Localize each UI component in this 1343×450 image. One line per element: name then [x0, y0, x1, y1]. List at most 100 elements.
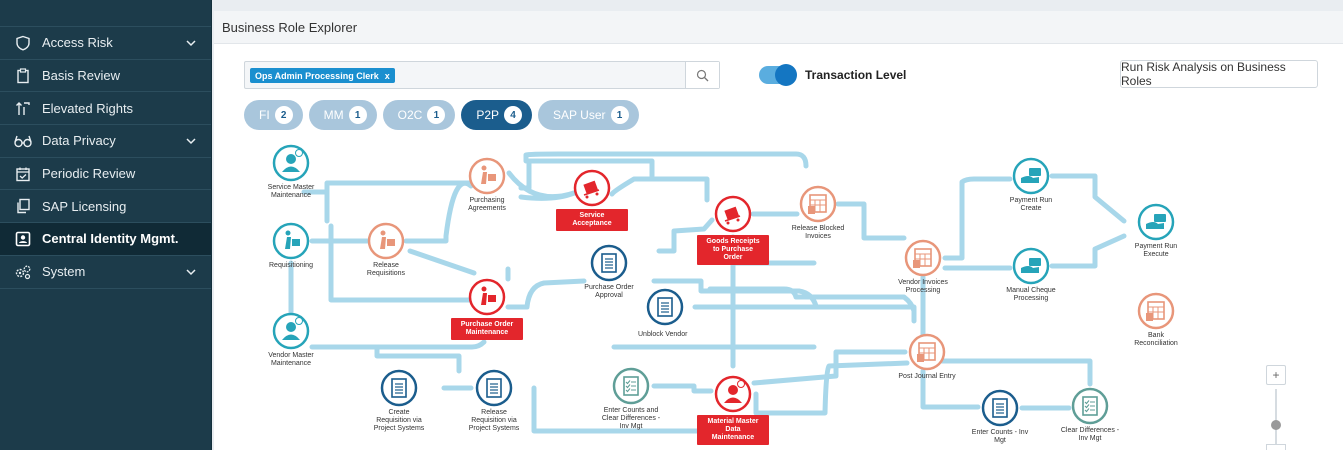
flow-connector: [309, 339, 817, 350]
sidebar-item-access-risk[interactable]: Access Risk: [0, 27, 211, 60]
process-node-badge: Service Acceptance: [556, 209, 628, 231]
process-node-label: Post Journal Entry: [898, 373, 956, 380]
flow-connector: [942, 176, 1013, 261]
process-node-payment-run-create[interactable]: [1012, 157, 1050, 195]
sidebar-item-sap-licensing[interactable]: SAP Licensing: [0, 190, 211, 224]
chevron-down-icon: [186, 40, 196, 46]
sidebar-item-label: Periodic Review: [42, 166, 136, 182]
process-node-post-journal-entry[interactable]: [908, 333, 946, 371]
sidebar-item-label: Elevated Rights: [42, 100, 134, 116]
elevated-rights-icon: [14, 99, 32, 117]
flow-connector: [692, 304, 917, 324]
process-node-create-requisition[interactable]: [380, 369, 418, 407]
process-node-bank-reconciliation[interactable]: [1137, 292, 1175, 330]
process-node-vendor-invoices[interactable]: [904, 239, 942, 277]
sidebar-item-basis-review[interactable]: Basis Review: [0, 60, 211, 93]
gears-icon: [14, 263, 32, 281]
sidebar-item-data-privacy[interactable]: Data Privacy: [0, 125, 211, 158]
process-node-vendor-master[interactable]: [272, 312, 310, 350]
process-node-manual-cheque[interactable]: [1012, 247, 1050, 285]
sidebar-item-label: Basis Review: [42, 68, 121, 84]
process-node-badge: Material Master Data Maintenance: [697, 415, 769, 445]
sidebar-item-label: SAP Licensing: [42, 198, 127, 214]
flow-connector: [1049, 233, 1127, 269]
process-node-enter-counts-clear[interactable]: [612, 367, 650, 405]
process-node-label: Clear Differences - Inv Mgt: [1060, 427, 1120, 442]
process-node-label: Bank Reconciliation: [1134, 332, 1178, 347]
id-card-icon: [14, 230, 32, 248]
zoom-slider-handle[interactable]: [1271, 420, 1281, 430]
process-node-label: Release Blocked Invoices: [791, 225, 845, 240]
invoice-icon: [1146, 301, 1165, 321]
invoice-icon: [808, 194, 827, 214]
process-node-badge: Goods Receipts to Purchase Order: [697, 235, 769, 265]
clipboard-icon: [14, 67, 32, 85]
process-node-purchase-order-maintenance[interactable]: [468, 278, 506, 316]
process-node-label: Purchase Order Approval: [584, 284, 634, 299]
chevron-down-icon: [186, 138, 196, 144]
document-icon: [391, 378, 407, 398]
checklist-icon: [623, 376, 639, 396]
process-node-label: Purchasing Agreements: [468, 197, 506, 212]
process-node-label: Create Requisition via Project Systems: [373, 409, 425, 432]
process-node-label: Enter Counts and Clear Differences - Inv…: [601, 407, 661, 430]
process-node-label: Enter Counts - Inv Mgt: [971, 429, 1029, 444]
sidebar-item-system[interactable]: System: [0, 256, 211, 289]
process-node-label: Release Requisition via Project Systems: [468, 409, 520, 432]
process-node-payment-run-execute[interactable]: [1137, 203, 1175, 241]
sidebar-item-label: Central Identity Mgmt.: [42, 231, 179, 247]
process-node-label: Payment Run Execute: [1134, 243, 1178, 258]
document-icon: [992, 398, 1008, 418]
sidebar-item-label: Access Risk: [42, 35, 113, 51]
sidebar-header: [0, 0, 211, 27]
process-node-release-blocked-invoices[interactable]: [799, 185, 837, 223]
process-node-service-acceptance[interactable]: [573, 169, 611, 207]
flow-connector: [651, 383, 714, 394]
process-node-badge: Purchase Order Maintenance: [451, 318, 523, 340]
app-root: Access Risk Basis Review Elevated Rights…: [0, 0, 1343, 450]
flow-connector: [609, 176, 710, 203]
calendar-check-icon: [14, 165, 32, 183]
process-node-label: Manual Cheque Processing: [1006, 287, 1056, 302]
process-node-unblock-vendor[interactable]: [646, 288, 684, 326]
process-node-service-master[interactable]: [272, 144, 310, 182]
zoom-out-button[interactable]: [1266, 444, 1286, 450]
sidebar-item-label: Data Privacy: [42, 133, 116, 149]
process-node-label: Unblock Vendor: [635, 329, 691, 340]
document-icon: [657, 297, 673, 317]
process-node-label: Service Master Maintenance: [267, 184, 315, 199]
process-node-enter-counts-inv[interactable]: [981, 389, 1019, 427]
process-node-purchase-order-approval[interactable]: [590, 244, 628, 282]
process-node-requisitioning[interactable]: [272, 222, 310, 260]
process-node-clear-differences[interactable]: [1071, 387, 1109, 425]
flow-connector: [506, 170, 577, 200]
chevron-down-icon: [186, 269, 196, 275]
process-node-label: Release Requisitions: [366, 262, 406, 277]
invoice-icon: [917, 342, 936, 362]
document-icon: [601, 253, 617, 273]
checklist-icon: [1082, 396, 1098, 416]
process-node-release-requisitions[interactable]: [367, 222, 405, 260]
main-panel: Business Role Explorer Ops Admin Process…: [214, 11, 1343, 450]
process-node-goods-receipts[interactable]: [714, 195, 752, 233]
flow-connector: [374, 344, 462, 374]
process-node-material-master[interactable]: [714, 375, 752, 413]
process-node-label: Payment Run Create: [1009, 197, 1053, 212]
document-icon: [486, 378, 502, 398]
sidebar: Access Risk Basis Review Elevated Rights…: [0, 0, 212, 450]
sidebar-item-central-identity-mgmt[interactable]: Central Identity Mgmt.: [0, 223, 211, 256]
glasses-icon: [14, 132, 32, 150]
flow-connector: [753, 360, 910, 416]
invoice-icon: [913, 248, 932, 268]
zoom-in-button[interactable]: +: [1266, 365, 1286, 385]
sidebar-item-label: System: [42, 264, 86, 280]
process-node-release-requisition-ps[interactable]: [475, 369, 513, 407]
process-node-purchasing-agreements[interactable]: [468, 157, 506, 195]
copy-icon: [14, 197, 32, 215]
sidebar-item-periodic-review[interactable]: Periodic Review: [0, 158, 211, 191]
process-node-label: Vendor Master Maintenance: [268, 352, 314, 367]
process-node-label: Vendor Invoices Processing: [898, 279, 948, 294]
process-node-label: Requisitioning: [269, 262, 313, 269]
sidebar-item-elevated-rights[interactable]: Elevated Rights: [0, 92, 211, 126]
shield-icon: [14, 34, 32, 52]
